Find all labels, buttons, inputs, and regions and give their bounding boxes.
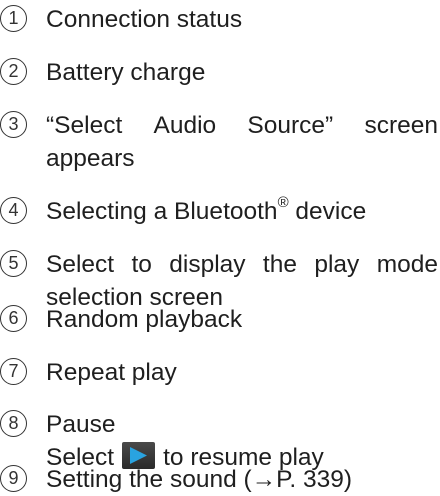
word: play xyxy=(314,251,360,278)
numbered-list: 1 Connection status 2 Battery charge 3 “… xyxy=(0,0,440,496)
item-number-9: 9 xyxy=(0,465,27,492)
item-text-6: Random playback xyxy=(46,306,243,333)
item-text-1: Connection status xyxy=(46,6,243,33)
item-text-3-line2: appears xyxy=(46,145,135,172)
item-text-4-main: Selecting a Bluetooth xyxy=(46,198,278,225)
word: “Select xyxy=(46,112,123,139)
item-number-4: 4 xyxy=(0,197,27,224)
item-number-5: 5 xyxy=(0,250,27,277)
item-number-7: 7 xyxy=(0,358,27,385)
item-number-2: 2 xyxy=(0,58,27,85)
item-text-3: “Select Audio Source” screen appears xyxy=(46,109,438,175)
item-number-6: 6 xyxy=(0,305,27,332)
word: display xyxy=(169,251,246,278)
item-text-4: Selecting a Bluetooth® device xyxy=(46,195,438,228)
word: Audio xyxy=(153,112,217,139)
word: Select xyxy=(46,251,115,278)
item-text-7: Repeat play xyxy=(46,359,177,386)
item-number-3: 3 xyxy=(0,111,27,138)
word: mode xyxy=(376,251,438,278)
word: screen xyxy=(364,112,438,139)
item-text-2: Battery charge xyxy=(46,59,206,86)
item-text-3-line1: “Select Audio Source” screen xyxy=(46,109,438,142)
item-number-1: 1 xyxy=(0,5,27,32)
item-number-8: 8 xyxy=(0,410,27,437)
item-text-9: Setting the sound (→P. 339) xyxy=(46,466,352,493)
word: the xyxy=(262,251,297,278)
item-text-5-line1: Select to display the play mode xyxy=(46,248,438,281)
registered-mark: ® xyxy=(277,193,289,211)
item-text-4-after: device xyxy=(288,198,367,225)
item-text-8-line1: Pause xyxy=(46,411,116,438)
word: Source” xyxy=(247,112,334,139)
word: to xyxy=(131,251,152,278)
